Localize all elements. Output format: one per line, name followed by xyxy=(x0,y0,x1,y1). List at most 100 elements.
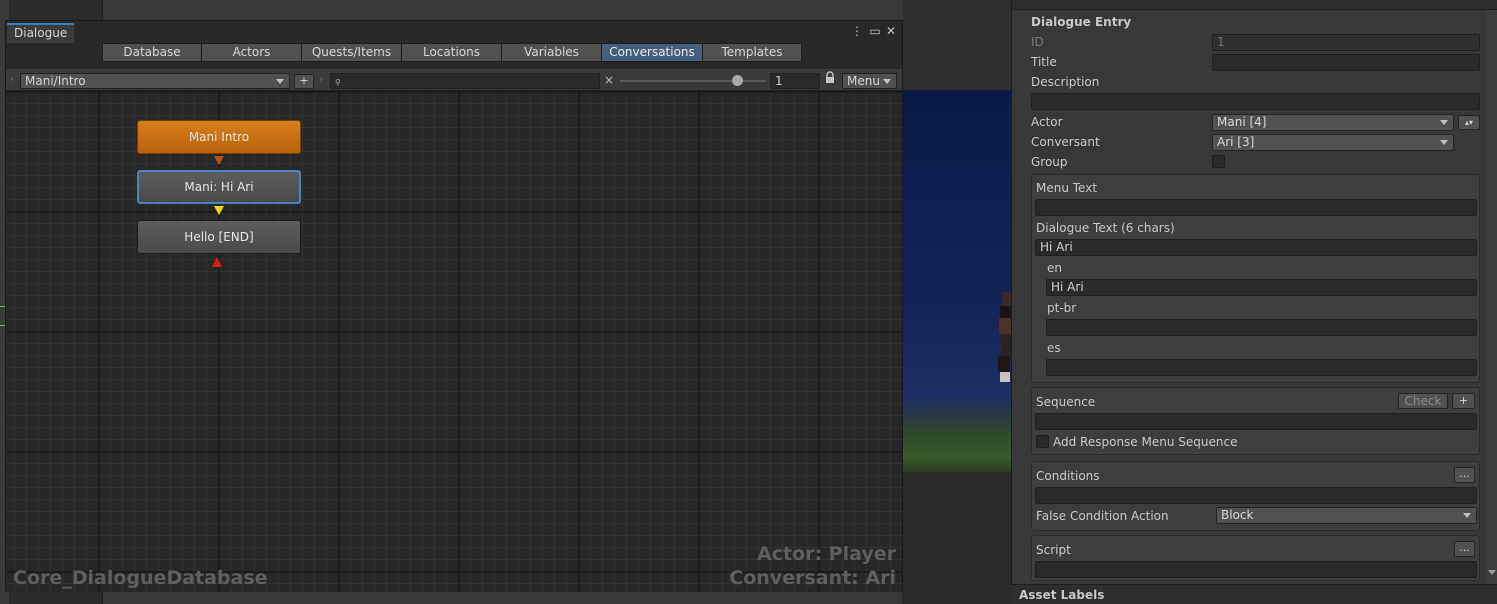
swap-actors-button[interactable]: ▴▾ xyxy=(1458,115,1480,130)
asset-labels-bar[interactable]: Asset Labels xyxy=(1011,584,1497,604)
zoom-slider-thumb[interactable] xyxy=(731,75,743,86)
dialogue-text-label: Dialogue Text (6 chars) xyxy=(1036,221,1175,235)
game-view xyxy=(902,90,1011,472)
menu-text-field[interactable] xyxy=(1035,199,1477,216)
tab-variables[interactable]: Variables xyxy=(501,43,602,62)
node-end[interactable]: Hello [END] xyxy=(137,220,301,254)
database-name-watermark: Core_DialogueDatabase xyxy=(13,567,268,589)
menu-dropdown[interactable]: Menu xyxy=(842,73,897,89)
inspector-scrollbar[interactable] xyxy=(1486,10,1497,584)
script-label: Script xyxy=(1036,543,1071,557)
editor-root: Dialogue ⋮ ▭ ✕ Database Actors Quests/It… xyxy=(0,0,1497,604)
prev-arrow-icon[interactable]: ‹ xyxy=(10,72,14,85)
sequence-field[interactable] xyxy=(1035,413,1477,430)
game-character-sprite xyxy=(998,292,1011,382)
locale-field-pt-br[interactable] xyxy=(1046,319,1477,336)
inspector-header: Dialogue Entry xyxy=(1031,15,1132,29)
conversant-label: Conversant xyxy=(1031,135,1100,149)
conversant-select[interactable]: Ari [3] xyxy=(1212,134,1454,151)
description-label: Description xyxy=(1031,75,1100,89)
conditions-group: Conditions ... False Condition Action Bl… xyxy=(1031,461,1480,531)
conditions-label: Conditions xyxy=(1036,469,1100,483)
conditions-more-button[interactable]: ... xyxy=(1454,467,1475,483)
false-condition-select[interactable]: Block xyxy=(1216,507,1477,524)
script-group: Script ... xyxy=(1031,535,1480,581)
inspector-panel: Dialogue Entry ID 1 Title Description Ac… xyxy=(1011,0,1497,604)
menu-dropdown-label: Menu xyxy=(847,74,880,88)
node-graph-canvas[interactable]: Mani Intro Mani: Hi Ari Hello [END] Core… xyxy=(7,91,902,592)
tab-quests-items[interactable]: Quests/Items xyxy=(301,43,402,62)
close-icon[interactable]: ✕ xyxy=(884,23,898,39)
chevron-down-icon xyxy=(883,79,891,84)
conversant-watermark: Conversant: Ari xyxy=(729,567,896,589)
conversation-select[interactable]: Mani/Intro xyxy=(20,73,290,89)
menu-text-label: Menu Text xyxy=(1036,181,1098,195)
add-response-sequence-checkbox[interactable] xyxy=(1036,435,1049,448)
search-input[interactable]: ⚲ xyxy=(330,73,600,89)
script-field[interactable] xyxy=(1035,561,1477,578)
node-start[interactable]: Mani Intro xyxy=(137,120,301,154)
link-arrow-icon xyxy=(214,156,224,165)
zoom-slider-track[interactable] xyxy=(620,80,766,82)
locale-label-en: en xyxy=(1047,261,1062,275)
add-response-sequence-label: Add Response Menu Sequence xyxy=(1053,435,1238,449)
sequence-check-button[interactable]: Check xyxy=(1398,393,1448,409)
locale-field-en[interactable]: Hi Ari xyxy=(1046,279,1477,296)
conversant-select-value: Ari [3] xyxy=(1217,135,1255,149)
description-field[interactable] xyxy=(1031,93,1480,110)
add-conversation-button[interactable]: + xyxy=(294,74,314,89)
sequence-group: Sequence Check + Add Response Menu Seque… xyxy=(1031,387,1480,455)
game-view-header xyxy=(903,0,1011,90)
end-marker-icon xyxy=(212,257,222,267)
false-condition-value: Block xyxy=(1221,508,1254,522)
next-arrow-icon[interactable]: › xyxy=(319,72,323,85)
locale-label-pt-br: pt-br xyxy=(1047,301,1077,315)
lock-icon[interactable] xyxy=(824,71,838,87)
chevron-down-icon xyxy=(276,79,284,84)
search-icon: ⚲ xyxy=(335,78,341,87)
id-label: ID xyxy=(1031,35,1044,49)
clear-search-icon[interactable]: × xyxy=(604,73,614,87)
tab-conversations[interactable]: Conversations xyxy=(601,43,703,62)
asset-labels-title: Asset Labels xyxy=(1019,588,1105,602)
title-field[interactable] xyxy=(1212,54,1480,71)
actor-select-value: Mani [4] xyxy=(1217,115,1267,129)
tab-actors[interactable]: Actors xyxy=(201,43,302,62)
tab-locations[interactable]: Locations xyxy=(401,43,502,62)
actor-label: Actor xyxy=(1031,115,1063,129)
actor-watermark: Actor: Player xyxy=(756,543,896,565)
tab-database[interactable]: Database xyxy=(102,43,202,62)
game-view-footer xyxy=(902,472,1011,604)
title-label: Title xyxy=(1031,55,1057,69)
window-header xyxy=(6,21,902,43)
chevron-down-icon xyxy=(1463,513,1471,518)
dialogue-text-field[interactable]: Hi Ari xyxy=(1035,239,1477,256)
group-checkbox[interactable] xyxy=(1212,155,1225,168)
node-selected[interactable]: Mani: Hi Ari xyxy=(137,170,301,204)
more-options-icon[interactable]: ⋮ xyxy=(850,23,864,39)
dialogue-editor-window: Dialogue ⋮ ▭ ✕ Database Actors Quests/It… xyxy=(5,20,903,592)
database-tab-bar: Database Actors Quests/Items Locations V… xyxy=(102,43,802,63)
zoom-value-field[interactable]: 1 xyxy=(770,73,820,89)
chevron-down-icon xyxy=(1440,140,1448,145)
id-field: 1 xyxy=(1212,34,1480,51)
window-tab-dialogue[interactable]: Dialogue xyxy=(7,23,75,43)
scroll-down-icon[interactable] xyxy=(1488,570,1496,575)
conditions-field[interactable] xyxy=(1035,487,1477,504)
locale-label-es: es xyxy=(1047,341,1061,355)
sequence-add-button[interactable]: + xyxy=(1452,393,1475,409)
false-condition-label: False Condition Action xyxy=(1036,509,1169,523)
inspector-top-bar xyxy=(1012,0,1497,10)
actor-select[interactable]: Mani [4] xyxy=(1212,114,1454,131)
conversation-toolbar: ‹ Mani/Intro + › ⚲ × 1 Menu xyxy=(6,69,902,91)
script-more-button[interactable]: ... xyxy=(1454,541,1475,557)
tab-templates[interactable]: Templates xyxy=(702,43,802,62)
text-group: Menu Text Dialogue Text (6 chars) Hi Ari… xyxy=(1031,174,1480,383)
maximize-icon[interactable]: ▭ xyxy=(868,23,882,39)
link-arrow-icon xyxy=(214,206,224,215)
group-label: Group xyxy=(1031,155,1068,169)
locale-field-es[interactable] xyxy=(1046,359,1477,376)
sequence-label: Sequence xyxy=(1036,395,1096,409)
conversation-select-value: Mani/Intro xyxy=(25,74,86,88)
chevron-down-icon xyxy=(1440,120,1448,125)
